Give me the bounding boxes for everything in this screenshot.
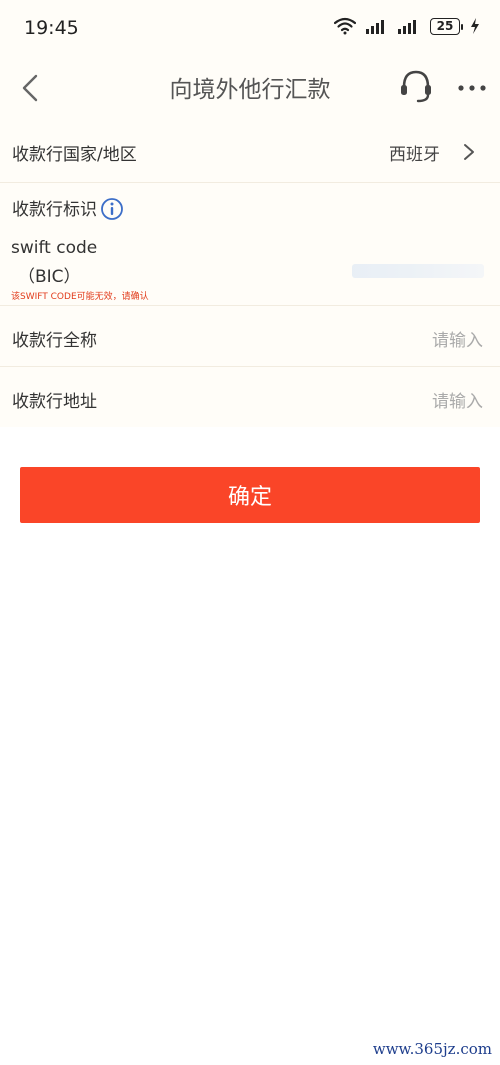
customer-service-icon[interactable] [396, 66, 436, 106]
charging-icon [471, 18, 479, 34]
country-row[interactable]: 收款行国家/地区 西班牙 [0, 120, 500, 183]
page-title: 向境外他行汇款 [169, 77, 331, 103]
swift-label: swift code [11, 238, 98, 258]
bank-address-label: 收款行地址 [12, 392, 97, 412]
info-icon[interactable] [100, 197, 124, 221]
bank-address-input[interactable]: 请输入 [432, 387, 483, 412]
signal-icon [398, 20, 416, 34]
bank-name-row[interactable]: 收款行全称 请输入 [0, 306, 500, 367]
back-icon[interactable] [14, 70, 50, 106]
signal-icon [366, 20, 384, 34]
swift-input[interactable] [352, 264, 484, 278]
watermark: www.365jz.com [372, 1040, 492, 1058]
confirm-button[interactable]: 确定 [20, 467, 480, 523]
status-bar: 19:45 25 [0, 0, 500, 56]
country-value: 西班牙 [389, 145, 440, 165]
bank-address-row[interactable]: 收款行地址 请输入 [0, 367, 500, 427]
bank-id-row: 收款行标识 [0, 183, 500, 232]
bank-name-input[interactable]: 请输入 [432, 326, 483, 351]
wifi-icon [334, 17, 356, 35]
bank-id-label: 收款行标识 [12, 200, 97, 220]
more-icon[interactable] [452, 68, 492, 108]
status-time: 19:45 [24, 17, 79, 39]
swift-label-bic: （BIC） [18, 267, 81, 287]
battery-icon: 25 [430, 17, 463, 35]
swift-error-message: 该SWIFT CODE可能无效，请确认 [11, 292, 149, 302]
remittance-form: 收款行国家/地区 西班牙 收款行标识 swift code （BIC） 该SWI… [0, 120, 500, 427]
bank-name-label: 收款行全称 [12, 331, 97, 351]
nav-bar: 向境外他行汇款 [0, 56, 500, 120]
status-icons: 25 [334, 17, 480, 35]
chevron-right-icon [464, 144, 474, 160]
country-label: 收款行国家/地区 [12, 145, 137, 165]
